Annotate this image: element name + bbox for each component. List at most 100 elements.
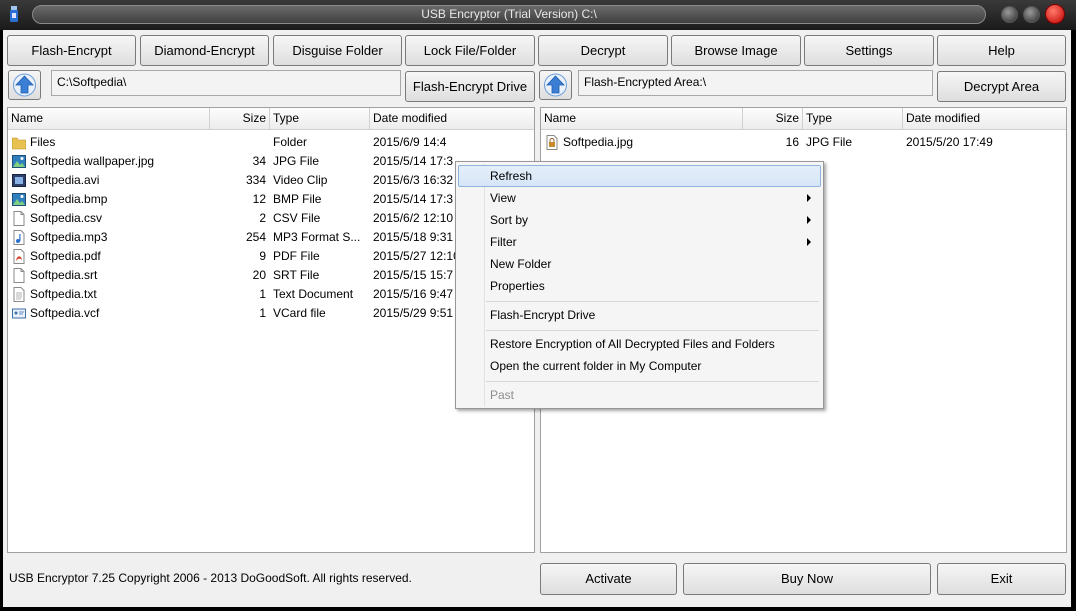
column-header-date[interactable]: Date modified — [903, 108, 1066, 130]
image-icon — [12, 154, 26, 169]
help-button[interactable]: Help — [937, 35, 1066, 66]
up-arrow-icon — [544, 73, 567, 97]
encrypted-file-icon — [545, 135, 559, 150]
file-name: Files — [30, 135, 56, 149]
copyright-text: USB Encryptor 7.25 Copyright 2006 - 2013… — [9, 571, 412, 585]
file-name: Softpedia.pdf — [30, 249, 101, 263]
file-size: 34 — [252, 154, 266, 168]
file-size: 334 — [245, 173, 266, 187]
lock-file-folder-button[interactable]: Lock File/Folder — [405, 35, 535, 66]
menu-item-new-folder[interactable]: New Folder — [458, 253, 821, 275]
buy-now-button[interactable]: Buy Now — [683, 563, 931, 595]
folder-icon — [11, 135, 27, 150]
file-name: Softpedia wallpaper.jpg — [30, 154, 155, 168]
exit-button[interactable]: Exit — [937, 563, 1066, 595]
file-type: Video Clip — [273, 173, 328, 187]
disguise-folder-button[interactable]: Disguise Folder — [273, 35, 402, 66]
file-name: Softpedia.csv — [30, 211, 103, 225]
file-type: PDF File — [273, 249, 320, 263]
file-row[interactable]: Files Folder 2015/6/9 14:4 — [8, 133, 534, 152]
file-type: SRT File — [273, 268, 320, 282]
file-date: 2015/5/20 17:49 — [906, 135, 993, 149]
file-name: Softpedia.jpg — [563, 135, 634, 149]
file-size: 1 — [259, 306, 266, 320]
document-icon — [12, 211, 26, 226]
column-header-name[interactable]: Name — [8, 108, 210, 130]
column-header-date[interactable]: Date modified — [370, 108, 534, 130]
file-name: Softpedia.avi — [30, 173, 100, 187]
maximize-button[interactable] — [1023, 6, 1040, 23]
menu-item-label: Sort by — [490, 213, 529, 227]
file-type: Text Document — [273, 287, 354, 301]
file-size: 9 — [259, 249, 266, 263]
file-type: BMP File — [273, 192, 322, 206]
menu-item-restore-encryption[interactable]: Restore Encryption of All Decrypted File… — [458, 333, 821, 355]
title-bar: USB Encryptor (Trial Version) C:\ — [0, 0, 1076, 30]
file-type: Folder — [273, 135, 308, 149]
menu-separator — [486, 301, 819, 302]
submenu-arrow-icon — [807, 194, 811, 202]
document-icon — [12, 268, 26, 283]
file-size: 2 — [259, 211, 266, 225]
menu-item-paste: Past — [490, 388, 515, 402]
file-type: JPG File — [806, 135, 853, 149]
context-menu: Refresh View Sort by Filter New Folder P… — [455, 161, 824, 409]
decrypt-area-button[interactable]: Decrypt Area — [937, 71, 1066, 102]
file-name: Softpedia.bmp — [30, 192, 108, 206]
right-up-button[interactable] — [539, 70, 572, 100]
file-name: Softpedia.txt — [30, 287, 97, 301]
menu-item-label: Filter — [490, 235, 517, 249]
menu-separator — [486, 381, 819, 382]
menu-separator — [486, 330, 819, 331]
file-type: JPG File — [273, 154, 320, 168]
activate-button[interactable]: Activate — [540, 563, 677, 595]
column-header-size[interactable]: Size — [743, 108, 803, 130]
settings-button[interactable]: Settings — [804, 35, 934, 66]
menu-item-open-in-my-computer[interactable]: Open the current folder in My Computer — [458, 355, 821, 377]
menu-item-filter[interactable]: Filter — [458, 231, 821, 253]
text-icon — [12, 287, 26, 302]
decrypt-button[interactable]: Decrypt — [538, 35, 668, 66]
file-size — [210, 133, 266, 152]
menu-item-view[interactable]: View — [458, 187, 821, 209]
flash-encrypt-button[interactable]: Flash-Encrypt — [7, 35, 136, 66]
right-path-field[interactable]: Flash-Encrypted Area:\ — [578, 70, 933, 96]
file-type: CSV File — [273, 211, 321, 225]
left-path-field[interactable]: C:\Softpedia\ — [51, 70, 401, 96]
file-date: 2015/6/9 14:4 — [373, 135, 447, 149]
minimize-button[interactable] — [1001, 6, 1018, 23]
file-size: 12 — [252, 192, 266, 206]
flash-encrypt-drive-button[interactable]: Flash-Encrypt Drive — [405, 71, 535, 102]
up-arrow-icon — [13, 73, 36, 97]
file-size: 254 — [245, 230, 266, 244]
menu-item-properties[interactable]: Properties — [458, 275, 821, 297]
vcard-icon — [12, 306, 26, 321]
column-header-type[interactable]: Type — [803, 108, 903, 130]
audio-icon — [12, 230, 26, 245]
file-name: Softpedia.srt — [30, 268, 98, 282]
menu-item-flash-encrypt-drive[interactable]: Flash-Encrypt Drive — [458, 304, 821, 326]
column-header-size[interactable]: Size — [210, 108, 270, 130]
left-up-button[interactable] — [8, 70, 41, 100]
column-header-name[interactable]: Name — [541, 108, 743, 130]
menu-item-refresh[interactable]: Refresh — [458, 165, 821, 187]
browse-image-button[interactable]: Browse Image — [671, 35, 801, 66]
column-header-type[interactable]: Type — [270, 108, 370, 130]
file-size: 1 — [259, 287, 266, 301]
pdf-icon — [12, 249, 26, 264]
submenu-arrow-icon — [807, 216, 811, 224]
file-type: MP3 Format S... — [273, 230, 361, 244]
file-name: Softpedia.vcf — [30, 306, 100, 320]
file-name: Softpedia.mp3 — [30, 230, 108, 244]
image-icon — [12, 192, 26, 207]
window-title: USB Encryptor (Trial Version) C:\ — [32, 5, 986, 24]
menu-item-label: View — [490, 191, 516, 205]
file-row[interactable]: Softpedia.jpg 16 JPG File 2015/5/20 17:49 — [541, 133, 1066, 152]
close-button[interactable] — [1045, 4, 1065, 24]
diamond-encrypt-button[interactable]: Diamond-Encrypt — [140, 35, 269, 66]
file-type: VCard file — [273, 306, 326, 320]
video-icon — [12, 173, 26, 188]
submenu-arrow-icon — [807, 238, 811, 246]
menu-item-sort-by[interactable]: Sort by — [458, 209, 821, 231]
file-size: 20 — [252, 268, 266, 282]
